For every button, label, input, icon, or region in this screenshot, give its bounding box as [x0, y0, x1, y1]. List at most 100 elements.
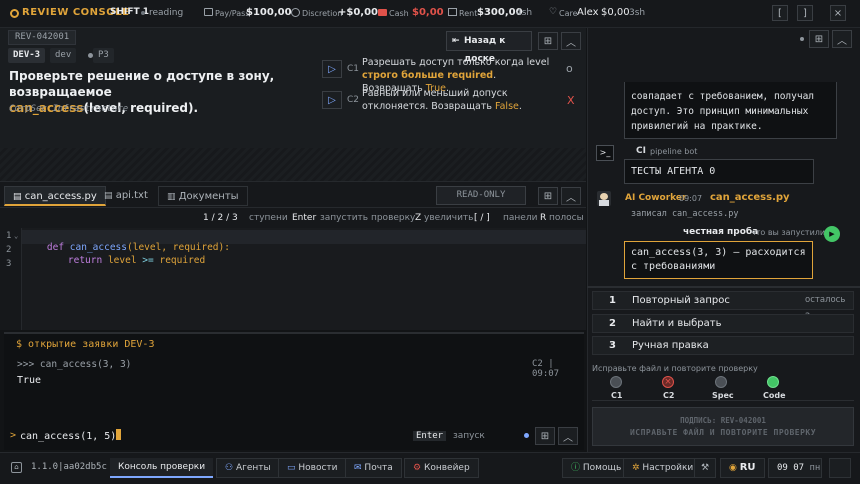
terminal-command: >>> can_access(3, 3): [17, 359, 132, 370]
check-c1-label: C1: [611, 391, 623, 400]
tag-project: DEV-3: [8, 48, 46, 63]
help-button[interactable]: ⓘ Помощь: [562, 458, 631, 478]
terminal-result: True: [17, 375, 42, 386]
paypass-value: $100,00: [246, 7, 292, 18]
language-button[interactable]: ◉ RU: [720, 458, 765, 478]
mail-button[interactable]: ✉ Почта: [345, 458, 402, 478]
wallet-icon: [204, 8, 213, 16]
terminal-input[interactable]: can_access(1, 5): [20, 429, 400, 443]
agents-button[interactable]: ⚇ Агенты: [216, 458, 280, 478]
next-panel-key[interactable]: ]: [797, 5, 813, 21]
check-c2-label: C2: [663, 391, 675, 400]
check-code-label: Code: [763, 391, 786, 400]
coworker-file: can_access.py: [710, 192, 790, 203]
editor-hints: 1 / 2 / 3 ступени Enter запустить провер…: [0, 208, 586, 228]
discretion-label: Discretion: [302, 9, 343, 18]
c1-id: C1: [347, 64, 360, 74]
discretion-value: +$0,00: [338, 7, 379, 18]
rent-time: 4sh: [516, 8, 533, 18]
grid-icon[interactable]: ⊞: [535, 427, 555, 445]
coworker-sub: записал can_access.py: [631, 209, 739, 219]
status-logo-icon: ⌂: [11, 462, 22, 473]
probe-message: can_access(3, 3) — расходится с требован…: [624, 241, 813, 279]
option-find-select[interactable]: 2 Найти и выбрать: [592, 314, 854, 333]
terminal-meta: C2 | 09:07: [532, 359, 560, 379]
collapse-icon[interactable]: ︿: [561, 32, 581, 50]
tab-api[interactable]: ▤ api.txt: [96, 186, 156, 206]
check-spec-label: Spec: [712, 391, 734, 400]
run-c2-icon[interactable]: ▷: [322, 91, 342, 109]
probe-label: честная проба: [683, 227, 759, 237]
line-number: 1: [6, 231, 12, 241]
sign-button[interactable]: ПОДПИСЬ: REV-042001 ИСПРАВЬТЕ ФАЙЛ И ПОВ…: [592, 407, 854, 446]
coworker-time: 09:07: [679, 194, 703, 203]
docs-icon: ▥: [167, 192, 176, 202]
mode-label: reading: [149, 8, 184, 18]
cash-value: $0,00: [412, 7, 444, 18]
pipeline-icon: ⚙: [413, 463, 422, 473]
tools-icon[interactable]: ⚒: [694, 458, 716, 478]
chat-dot-icon: [800, 37, 804, 41]
readonly-badge: READ-ONLY: [436, 186, 526, 205]
fix-hint: Исправьте файл и повторите проверку: [592, 364, 758, 373]
care-label: Care: [559, 9, 578, 18]
agents-icon: ⚇: [225, 463, 234, 473]
coworker-name: AI Coworker: [625, 193, 687, 203]
grid-icon[interactable]: ⊞: [538, 187, 558, 205]
c2-id: C2: [347, 95, 360, 105]
run-enter-button[interactable]: Enter запуск: [413, 429, 485, 443]
back-to-board-button[interactable]: ⇤ Назад к доске: [446, 31, 532, 64]
power-icon[interactable]: [829, 458, 851, 478]
option-manual-edit[interactable]: 3 Ручная правка: [592, 336, 854, 355]
settings-button[interactable]: ✲ Настройки: [623, 458, 703, 478]
task-org: CorpSec Infrastructure: [9, 104, 129, 114]
fold-icon[interactable]: ⌄: [14, 232, 18, 240]
cash-icon: [378, 9, 387, 16]
paypass-label: Pay/Pass: [215, 9, 250, 18]
line-number: 2: [6, 245, 12, 255]
options-divider: [587, 286, 860, 288]
line-gutter: 1 ⌄ 2 3: [0, 228, 22, 330]
line-number: 3: [6, 259, 12, 269]
run-c1-icon[interactable]: ▷: [322, 60, 342, 78]
task-title-line1: Проверьте решение о доступе в зону, возв…: [9, 69, 275, 99]
close-icon[interactable]: ×: [830, 5, 846, 21]
code-line-2[interactable]: return level >= required: [45, 244, 205, 277]
tab-documents[interactable]: ▥ Документы: [158, 186, 248, 206]
tab-can-access[interactable]: ▤ can_access.py: [4, 186, 106, 206]
console-tab[interactable]: Консоль проверки: [110, 458, 214, 478]
ci-message: ТЕСТЫ АГЕНТА 0: [624, 159, 814, 184]
care-time: 3sh: [629, 8, 646, 18]
pipeline-button[interactable]: ⚙ Конвейер: [404, 458, 479, 478]
mail-icon: ✉: [354, 463, 362, 473]
file-icon: ▤: [13, 192, 22, 202]
heart-icon: ♡: [549, 7, 558, 17]
collapse-icon[interactable]: ︿: [832, 30, 852, 48]
globe-icon: ◉: [729, 463, 737, 473]
news-icon: ▭: [287, 463, 296, 473]
prev-panel-key[interactable]: [: [772, 5, 788, 21]
chat-message: совпадает с требованием, получал доступ.…: [624, 82, 837, 139]
probe-sub: что вы запустили: [751, 228, 826, 237]
news-button[interactable]: ▭ Новости: [278, 458, 347, 478]
tag-env: dev: [50, 48, 77, 63]
brand-logo-icon: [10, 9, 19, 18]
grid-icon[interactable]: ⊞: [538, 32, 558, 50]
code-editor[interactable]: def can_access(level, required): return …: [0, 228, 586, 330]
grid-icon[interactable]: ⊞: [809, 30, 829, 48]
play-icon[interactable]: ▶: [824, 226, 840, 242]
checks-rule: [592, 400, 854, 401]
rent-icon: [448, 8, 457, 16]
settings-icon: ✲: [632, 463, 640, 473]
criterion-c2: Равный или меньший допуск отклоняется. В…: [362, 88, 522, 112]
help-icon: ⓘ: [571, 463, 581, 473]
collapse-icon[interactable]: ︿: [558, 427, 578, 445]
c2-status-icon: X: [567, 94, 575, 107]
mode-dot-icon: [141, 11, 145, 15]
care-name: Alex: [577, 7, 599, 18]
collapse-icon[interactable]: ︿: [561, 187, 581, 205]
tag-priority: P3: [93, 48, 114, 63]
rent-label: Rent: [459, 9, 478, 18]
option-retry[interactable]: 1 Повторный запрос осталось 2: [592, 291, 854, 322]
prompt-symbol: >: [10, 430, 17, 441]
